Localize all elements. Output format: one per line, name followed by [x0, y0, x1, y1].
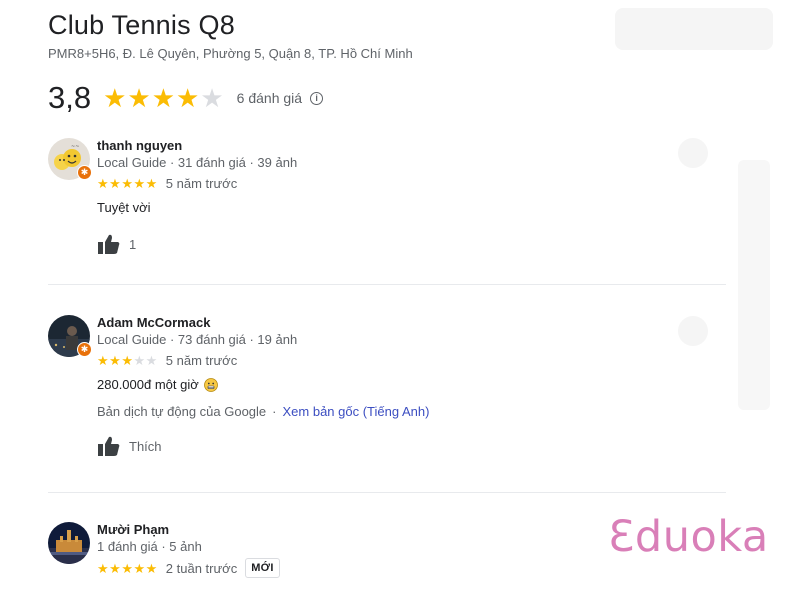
like-button[interactable]: 1 [97, 233, 717, 255]
star-icon: ★ [145, 560, 158, 576]
like-button[interactable]: Thích [97, 435, 717, 457]
review-count-link[interactable]: 6 đánh giá [237, 90, 302, 106]
review-text-body: 280.000đ một giờ [97, 377, 199, 392]
star-icon: ★ [127, 83, 151, 113]
star-icon: ★ [121, 560, 133, 576]
review-rating-line: ★ ★ ★ ★ ★ 5 năm trước [97, 176, 717, 191]
reviewer-name[interactable]: thanh nguyen [97, 138, 717, 154]
new-badge: MỚI [245, 558, 280, 578]
review-time: 2 tuần trước [165, 560, 238, 576]
star-icon: ★ [176, 83, 200, 113]
star-icon: ★ [109, 176, 121, 191]
star-icon: ★ [151, 83, 176, 113]
translation-label: Bản dịch tự động của Google [97, 404, 267, 419]
star-icon: ★ [145, 176, 158, 191]
review-text: Tuyệt vời [97, 199, 717, 217]
star-icon: ★ [97, 560, 109, 576]
review-divider [48, 492, 726, 493]
review-content: thanh nguyen Local Guide · 31 đánh giá ·… [97, 138, 717, 255]
review-divider [48, 284, 726, 285]
translation-note: Bản dịch tự động của Google · Xem bản gốc … [97, 404, 717, 419]
rating-summary: 3,8 ★ ★ ★ ★ ★ 6 đánh giá i [48, 80, 324, 116]
review-stars: ★ ★ ★ ★ ★ [97, 177, 158, 190]
review-time: 5 năm trước [165, 176, 238, 191]
review-time: 5 năm trước [165, 353, 238, 368]
watermark-logo: Ɛduoka [608, 512, 769, 562]
svg-text:~~: ~~ [71, 144, 79, 150]
star-icon: ★ [97, 353, 109, 368]
header-ghost-button [615, 8, 773, 50]
reviewer-meta: Local Guide · 31 đánh giá · 39 ảnh [97, 155, 298, 170]
local-guide-badge-icon: ✱ [77, 342, 92, 357]
review-stars: ★ ★ ★ ★ ★ [97, 354, 158, 367]
review-text-body: Tuyệt vời [97, 200, 151, 215]
thumbs-up-icon [98, 436, 120, 456]
rating-value: 3,8 [48, 80, 92, 115]
like-label: Thích [129, 438, 162, 454]
star-icon: ★ [103, 83, 127, 113]
thumbs-up-icon [98, 234, 120, 254]
local-guide-badge-icon: ✱ [77, 165, 92, 180]
info-icon[interactable]: i [310, 91, 324, 105]
star-empty-icon: ★ [133, 353, 146, 368]
reviewer-meta: Local Guide · 73 đánh giá · 19 ảnh [97, 332, 298, 347]
avatar[interactable] [48, 522, 90, 564]
rating-stars: ★ ★ ★ ★ ★ [103, 85, 225, 111]
scrollbar-ghost [738, 160, 770, 410]
place-title: Club Tennis Q8 [48, 10, 235, 40]
star-empty-icon: ★ [200, 83, 224, 113]
star-icon: ★ [97, 176, 109, 191]
star-icon: ★ [109, 353, 121, 368]
star-icon: ★ [133, 560, 146, 576]
star-icon: ★ [109, 560, 121, 576]
star-icon: ★ [133, 176, 146, 191]
star-icon: ★ [121, 176, 133, 191]
reviewer-name[interactable]: Adam McCormack [97, 315, 717, 331]
grimace-emoji-icon [203, 378, 218, 392]
star-empty-icon: ★ [145, 353, 158, 368]
like-count: 1 [129, 236, 137, 252]
review-text: 280.000đ một giờ [97, 376, 717, 394]
separator-dot: · [272, 404, 277, 419]
review-stars: ★ ★ ★ ★ ★ [97, 562, 158, 575]
place-address: PMR8+5H6, Đ. Lê Quyên, Phường 5, Quận 8,… [48, 46, 413, 61]
star-icon: ★ [121, 353, 133, 368]
review-content: Adam McCormack Local Guide · 73 đánh giá… [97, 315, 717, 457]
view-original-link[interactable]: Xem bản gốc (Tiếng Anh) [283, 404, 430, 419]
review-rating-line: ★ ★ ★ ★ ★ 5 năm trước [97, 353, 717, 368]
